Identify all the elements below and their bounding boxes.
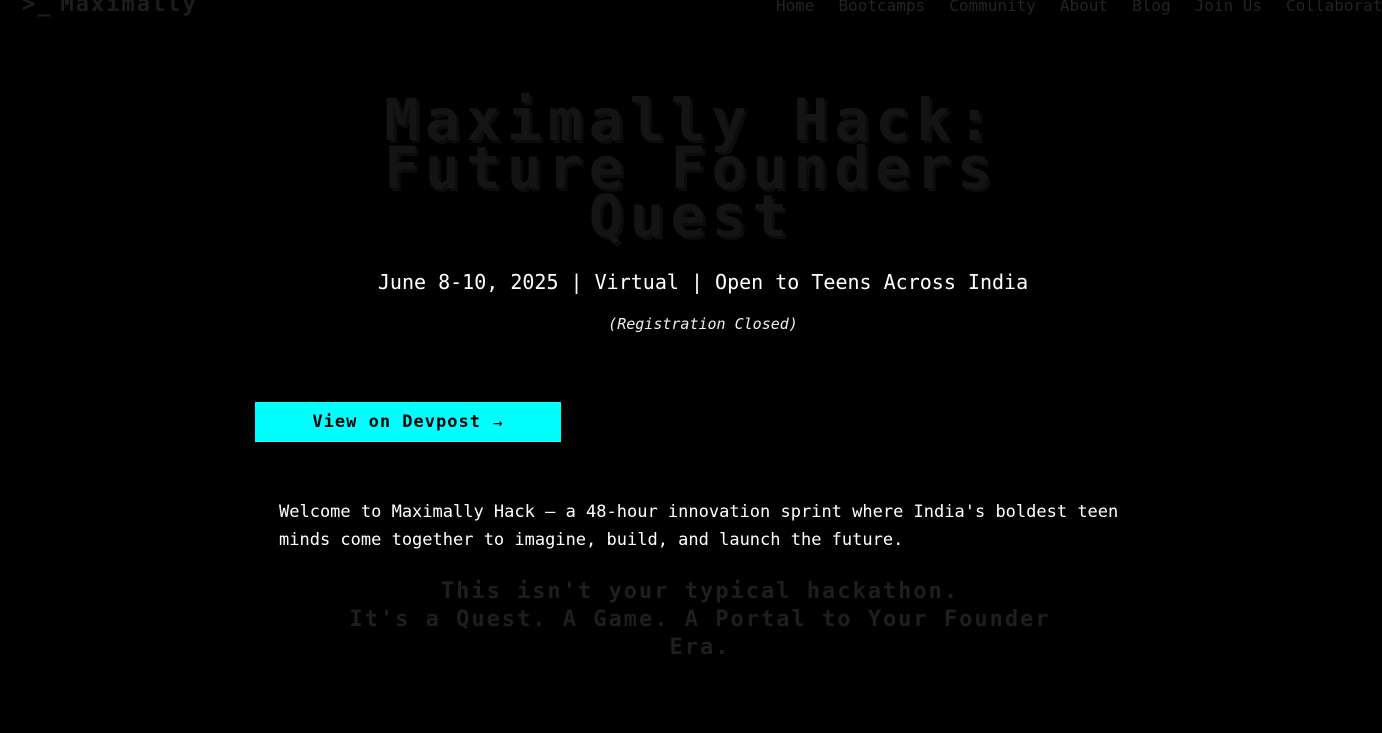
nav-link-bootcamps[interactable]: Bootcamps — [838, 0, 925, 15]
view-on-devpost-button[interactable]: View on Devpost → — [255, 402, 561, 442]
nav-link-home[interactable]: Home — [776, 0, 815, 15]
nav-links: Home Bootcamps Community About Blog Join… — [776, 0, 1382, 15]
registration-status: (Registration Closed) — [608, 315, 798, 333]
hero-title: Maximally Hack: Future Founders Quest — [0, 91, 1382, 250]
tagline-line: It's a Quest. A Game. A Portal to Your F… — [349, 607, 1051, 632]
tagline: This isn't your typical hackathon. It's … — [270, 578, 1130, 662]
event-info: June 8-10, 2025 | Virtual | Open to Teen… — [377, 270, 1029, 294]
hero-title-line: Quest — [588, 182, 794, 250]
nav-link-collaborate[interactable]: Collaborate — [1286, 0, 1382, 15]
page: >_ Maximally Home Bootcamps Community Ab… — [0, 0, 1382, 733]
tagline-line: This isn't your typical hackathon. — [440, 579, 960, 604]
nav-link-join-us[interactable]: Join Us — [1195, 0, 1262, 15]
logo-text: Maximally — [60, 0, 198, 17]
arrow-right-icon: → — [492, 412, 504, 432]
tagline-line: Era. — [669, 635, 731, 660]
nav-link-blog[interactable]: Blog — [1132, 0, 1171, 15]
logo-link[interactable]: >_ Maximally — [22, 0, 198, 17]
welcome-paragraph: Welcome to Maximally Hack — a 48-hour in… — [279, 502, 1119, 550]
nav-link-about[interactable]: About — [1060, 0, 1108, 15]
cta-label: View on Devpost — [312, 412, 481, 432]
top-navbar: >_ Maximally Home Bootcamps Community Ab… — [0, 0, 1382, 22]
nav-link-community[interactable]: Community — [949, 0, 1036, 15]
terminal-prompt-icon: >_ — [22, 0, 53, 17]
